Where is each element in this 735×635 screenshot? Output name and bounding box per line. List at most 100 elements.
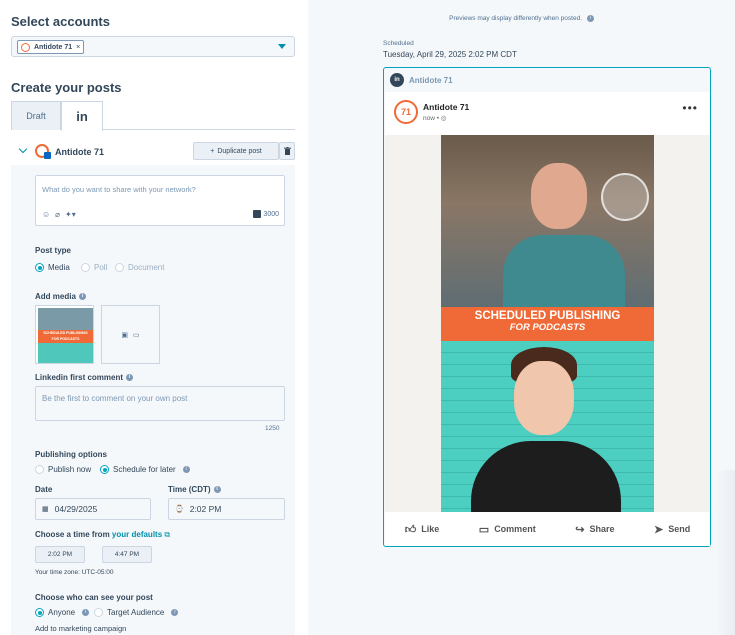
trash-button[interactable]	[279, 142, 295, 160]
post-type-document[interactable]: Document	[115, 263, 164, 272]
comment-label: Comment	[494, 524, 536, 534]
thumbs-up-icon	[601, 173, 649, 221]
post-text-input[interactable]: What do you want to share with your netw…	[35, 175, 285, 226]
choose-time-prefix: Choose a time from	[35, 530, 110, 539]
send-button[interactable]: ➤ Send	[654, 523, 690, 536]
chevron-collapse-icon[interactable]	[18, 144, 28, 154]
post-author-name: Antidote 71	[423, 102, 470, 112]
thumb-band: SCHEDULED PUBLISHING FOR PODCASTS	[38, 330, 93, 343]
radio-poll[interactable]	[81, 263, 90, 272]
post-meta-text: now •	[423, 115, 440, 122]
char-counter: 3000	[253, 210, 279, 218]
radio-media[interactable]	[35, 263, 44, 272]
video-frame: SCHEDULED PUBLISHING FOR PODCASTS	[441, 135, 654, 512]
info-icon[interactable]: i	[213, 486, 221, 494]
send-label: Send	[668, 524, 691, 534]
send-icon: ➤	[653, 523, 664, 536]
publish-now-option[interactable]: Publish now	[35, 465, 91, 474]
post-type-media[interactable]: Media	[35, 263, 70, 272]
post-type-label: Post type	[35, 246, 72, 255]
schedule-later-option[interactable]: Schedule for later i	[100, 465, 190, 474]
more-options-icon[interactable]: •••	[682, 101, 698, 115]
share-button[interactable]: ↪ Share	[575, 523, 614, 536]
info-icon[interactable]: i	[586, 15, 594, 22]
char-count-value: 3000	[263, 210, 279, 218]
video-title-band: SCHEDULED PUBLISHING FOR PODCASTS	[441, 307, 654, 341]
info-icon[interactable]: i	[82, 609, 90, 616]
post-text-placeholder: What do you want to share with your netw…	[42, 185, 196, 194]
duplicate-post-button[interactable]: + Duplicate post	[193, 142, 279, 160]
woman-figure-head	[514, 361, 574, 435]
thumb-line2: FOR PODCASTS	[51, 337, 80, 341]
account-select[interactable]: Antidote 71 ×	[11, 36, 295, 57]
external-link-icon[interactable]: ⧉	[164, 530, 170, 539]
your-defaults-link[interactable]: your defaults	[112, 530, 162, 539]
left-panel: Select accounts Antidote 71 × Create you…	[0, 0, 308, 635]
choose-time-label: Choose a time from your defaults ⧉	[35, 530, 170, 540]
info-icon[interactable]: i	[126, 374, 134, 382]
radio-document[interactable]	[115, 263, 124, 272]
info-icon[interactable]: i	[182, 466, 190, 473]
ai-sparkle-icon[interactable]: ✦▾	[65, 210, 76, 219]
preview-note: Previews may display differently when po…	[308, 15, 735, 22]
post-meta: now • ◎	[423, 114, 447, 122]
comment-char-count: 1250	[265, 425, 280, 432]
preview-panel: Previews may display differently when po…	[308, 0, 735, 635]
preview-note-text: Previews may display differently when po…	[449, 15, 583, 23]
target-audience-label: Target Audience	[107, 608, 165, 617]
plus-icon: +	[210, 147, 215, 155]
radio-target-audience[interactable]	[94, 608, 103, 617]
video-top-half	[441, 135, 654, 307]
first-comment-label: Linkedin first comment i	[35, 373, 134, 382]
time-label-text: Time (CDT)	[168, 485, 211, 494]
tab-linkedin[interactable]: in	[61, 101, 103, 131]
account-name: Antidote 71	[55, 147, 105, 157]
thumb-bottom-image	[38, 343, 93, 363]
time-value: 2:02 PM	[189, 504, 222, 514]
emoji-icon[interactable]: ☺	[42, 210, 50, 219]
post-type-poll[interactable]: Poll	[81, 263, 107, 272]
scheduled-date: Tuesday, April 29, 2025 2:02 PM CDT	[383, 50, 517, 59]
media-thumbnail[interactable]: SCHEDULED PUBLISHING FOR PODCASTS	[35, 305, 94, 364]
account-chip: Antidote 71 ×	[17, 40, 85, 54]
info-icon[interactable]: i	[78, 293, 86, 301]
info-icon[interactable]: i	[171, 609, 179, 616]
comment-button[interactable]: ▭ Comment	[479, 523, 536, 536]
avatar: 71	[394, 100, 418, 124]
visibility-target[interactable]: Target Audience i	[94, 608, 179, 617]
time-option-2[interactable]: 4:47 PM	[102, 546, 152, 563]
post-video[interactable]: SCHEDULED PUBLISHING FOR PODCASTS	[385, 135, 710, 512]
schedule-later-label: Schedule for later	[113, 465, 176, 474]
select-accounts-title: Select accounts	[11, 14, 110, 29]
antidote-logo-icon	[21, 42, 30, 52]
video-bottom-half	[441, 341, 654, 512]
first-comment-input[interactable]: Be the first to comment on your own post	[35, 386, 285, 421]
date-field[interactable]: ▦ 04/29/2025	[35, 498, 151, 520]
radio-schedule-later[interactable]	[100, 465, 109, 474]
calendar-icon: ▦	[42, 506, 49, 513]
radio-poll-label: Poll	[94, 263, 108, 272]
radio-document-label: Document	[128, 263, 165, 272]
like-button[interactable]: 👍︎ Like	[405, 523, 440, 536]
post-actions: 👍︎ Like ▭ Comment ↪ Share ➤ Send	[385, 512, 710, 546]
visibility-label: Choose who can see your post	[35, 593, 153, 602]
anyone-label: Anyone	[48, 608, 76, 617]
tab-draft[interactable]: Draft	[11, 101, 61, 130]
date-value: 04/29/2025	[54, 504, 98, 514]
chevron-down-icon[interactable]	[278, 44, 286, 49]
radio-publish-now[interactable]	[35, 465, 44, 474]
panel-edge	[715, 470, 735, 635]
visibility-anyone[interactable]: Anyone i	[35, 608, 90, 617]
add-media-button[interactable]: ▣ ▭	[101, 305, 160, 364]
radio-anyone[interactable]	[35, 608, 44, 617]
linkedin-icon: in	[390, 73, 404, 87]
composer-toolbar: ☺ ⌀ ✦▾	[42, 210, 76, 219]
thumb-top-image	[38, 308, 93, 330]
time-option-1[interactable]: 2:02 PM	[35, 546, 85, 563]
like-label: Like	[421, 524, 440, 534]
time-label: Time (CDT) i	[168, 485, 221, 494]
remove-chip-icon[interactable]: ×	[76, 44, 80, 51]
time-field[interactable]: ⌚ 2:02 PM	[168, 498, 285, 520]
post-tabs: Draft in	[11, 101, 295, 131]
attachment-icon[interactable]: ⌀	[55, 210, 60, 219]
